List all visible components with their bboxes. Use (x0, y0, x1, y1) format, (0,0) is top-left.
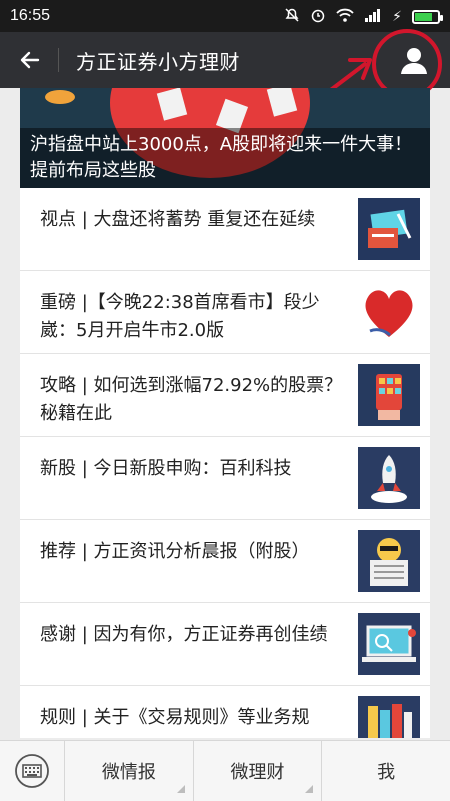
keyboard-icon (15, 754, 49, 788)
banner-planet-graphic (45, 90, 75, 104)
title-divider (58, 48, 59, 72)
article-title: 攻略 | 如何选到涨幅72.92%的股票？秘籍在此 (40, 375, 343, 424)
bottom-menu: 微情报 微理财 我 (0, 740, 450, 801)
rocket-icon (358, 447, 420, 509)
status-time: 16:55 (10, 7, 51, 24)
list-item[interactable]: 感谢 | 因为有你，方正证券再创佳绩 (20, 603, 430, 686)
article-title: 视点 | 大盘还将蓄势 重复还在延续 (40, 209, 316, 230)
person-icon (401, 48, 427, 74)
list-item[interactable]: 新股 | 今日新股申购：百利科技 (20, 437, 430, 520)
wifi-icon (336, 7, 354, 27)
newspaper-icon (358, 530, 420, 592)
menu-tab-wei-licai[interactable]: 微理财 (194, 741, 323, 801)
laptop-icon (358, 613, 420, 675)
article-title: 新股 | 今日新股申购：百利科技 (40, 458, 292, 479)
signal-icon (364, 7, 382, 27)
article-title: 感谢 | 因为有你，方正证券再创佳绩 (40, 624, 328, 645)
article-title: 推荐 | 方正资讯分析晨报（附股） (40, 541, 310, 562)
battery-icon (412, 10, 443, 24)
article-feed[interactable]: 沪指盘中站上3000点，A股即将迎来一件大事！提前布局这些股 视点 | 大盘还将… (20, 88, 430, 738)
article-title: 重磅 |【今晚22:38首席看市】段少崴：5月开启牛市2.0版 (40, 292, 320, 341)
title-bar: 方正证券小方理财 (0, 32, 450, 88)
page-title: 方正证券小方理财 (76, 50, 240, 74)
menu-tab-label: 微情报 (101, 762, 156, 783)
keyboard-toggle-button[interactable] (0, 741, 65, 801)
article-list: 视点 | 大盘还将蓄势 重复还在延续 重磅 |【今晚22:38首席看市】段少崴：… (20, 188, 430, 738)
charging-icon: ⚡ (392, 9, 402, 25)
menu-tab-label: 我 (377, 762, 396, 783)
status-bar: 16:55 ⚡ (0, 0, 450, 32)
menu-tab-me[interactable]: 我 (322, 741, 450, 801)
submenu-indicator-icon (305, 785, 314, 793)
list-item[interactable]: 规则 | 关于《交易规则》等业务规 (20, 686, 430, 738)
back-button[interactable] (16, 46, 44, 74)
books-icon (358, 696, 420, 738)
banner-caption: 沪指盘中站上3000点，A股即将迎来一件大事！提前布局这些股 (20, 128, 430, 188)
list-item[interactable]: 重磅 |【今晚22:38首席看市】段少崴：5月开启牛市2.0版 (20, 271, 430, 354)
hand-icon (358, 364, 420, 426)
list-item[interactable]: 攻略 | 如何选到涨幅72.92%的股票？秘籍在此 (20, 354, 430, 437)
heart-icon (358, 281, 420, 343)
list-item[interactable]: 推荐 | 方正资讯分析晨报（附股） (20, 520, 430, 603)
mute-icon (284, 7, 300, 27)
menu-tab-label: 微理财 (230, 762, 285, 783)
card-icon (358, 198, 420, 260)
back-arrow-icon (20, 51, 40, 69)
featured-banner[interactable]: 沪指盘中站上3000点，A股即将迎来一件大事！提前布局这些股 (20, 88, 430, 188)
article-title: 规则 | 关于《交易规则》等业务规 (40, 707, 310, 728)
profile-button[interactable] (398, 44, 430, 76)
menu-tab-wei-qingbao[interactable]: 微情报 (65, 741, 194, 801)
alarm-icon (310, 7, 326, 27)
list-item[interactable]: 视点 | 大盘还将蓄势 重复还在延续 (20, 188, 430, 271)
status-icons: ⚡ (284, 7, 443, 27)
submenu-indicator-icon (176, 785, 185, 793)
